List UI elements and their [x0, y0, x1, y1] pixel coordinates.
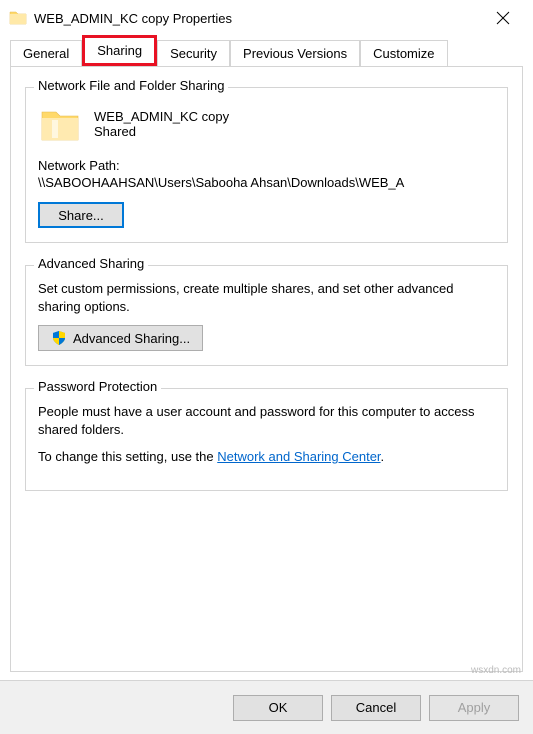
password-protection-text: People must have a user account and pass…: [38, 403, 495, 438]
apply-button[interactable]: Apply: [429, 695, 519, 721]
tab-content: Network File and Folder Sharing WEB_ADMI…: [10, 66, 523, 672]
watermark: wsxdn.com: [471, 665, 521, 676]
window-title: WEB_ADMIN_KC copy Properties: [34, 11, 481, 26]
change-text-period: .: [381, 449, 385, 464]
change-text-prefix: To change this setting, use the: [38, 449, 217, 464]
network-path-value: \\SABOOHAAHSAN\Users\Sabooha Ahsan\Downl…: [38, 175, 495, 190]
tab-previous-versions[interactable]: Previous Versions: [230, 40, 360, 66]
shield-icon: [51, 330, 67, 346]
properties-window: WEB_ADMIN_KC copy Properties General Sha…: [0, 0, 533, 734]
shared-folder-status: Shared: [94, 124, 229, 139]
dialog-footer: OK Cancel Apply: [0, 680, 533, 734]
advanced-sharing-text: Set custom permissions, create multiple …: [38, 280, 495, 315]
close-icon: [496, 11, 510, 25]
network-sharing-title: Network File and Folder Sharing: [34, 78, 228, 93]
cancel-button[interactable]: Cancel: [331, 695, 421, 721]
tab-security[interactable]: Security: [157, 40, 230, 66]
share-button[interactable]: Share...: [38, 202, 124, 228]
folder-info: WEB_ADMIN_KC copy Shared: [94, 109, 229, 139]
network-sharing-group: Network File and Folder Sharing WEB_ADMI…: [25, 87, 508, 243]
titlebar: WEB_ADMIN_KC copy Properties: [0, 0, 533, 36]
network-sharing-center-link[interactable]: Network and Sharing Center: [217, 449, 380, 464]
password-protection-title: Password Protection: [34, 379, 161, 394]
shared-folder-name: WEB_ADMIN_KC copy: [94, 109, 229, 124]
tab-strip: General Sharing Security Previous Versio…: [0, 36, 533, 66]
password-protection-change: To change this setting, use the Network …: [38, 448, 495, 466]
tab-sharing[interactable]: Sharing: [82, 35, 157, 66]
ok-button[interactable]: OK: [233, 695, 323, 721]
folder-large-icon: [38, 102, 82, 146]
password-protection-group: Password Protection People must have a u…: [25, 388, 508, 491]
advanced-sharing-title: Advanced Sharing: [34, 256, 148, 271]
close-button[interactable]: [481, 3, 525, 33]
folder-icon: [8, 8, 28, 28]
folder-info-row: WEB_ADMIN_KC copy Shared: [38, 102, 495, 146]
tab-general[interactable]: General: [10, 40, 82, 66]
advanced-sharing-group: Advanced Sharing Set custom permissions,…: [25, 265, 508, 366]
network-path-label: Network Path:: [38, 158, 495, 173]
advanced-sharing-button[interactable]: Advanced Sharing...: [38, 325, 203, 351]
tab-customize[interactable]: Customize: [360, 40, 447, 66]
advanced-sharing-button-label: Advanced Sharing...: [73, 331, 190, 346]
